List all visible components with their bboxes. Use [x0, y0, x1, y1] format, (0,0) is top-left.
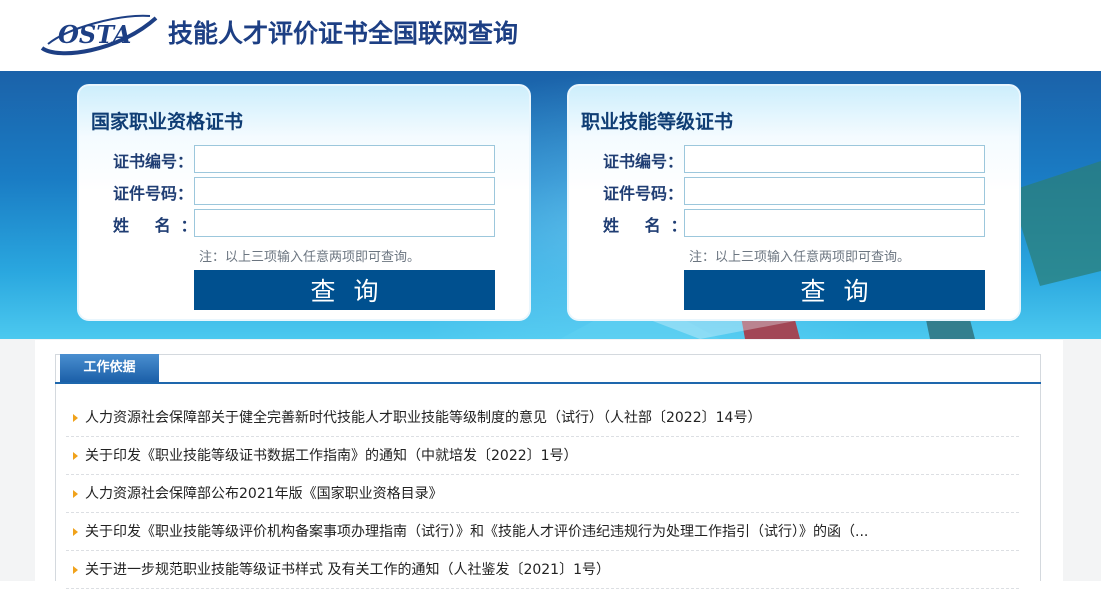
bullet-icon — [73, 490, 78, 498]
list-item[interactable]: 关于印发《职业技能等级证书数据工作指南》的通知（中就培发〔2022〕1号） — [66, 437, 1019, 475]
bullet-icon — [73, 414, 78, 422]
list-item-text: 关于进一步规范职业技能等级证书样式 及有关工作的通知（人社鉴发〔2021〕1号） — [85, 562, 610, 578]
news-list: 人力资源社会保障部关于健全完善新时代技能人才职业技能等级制度的意见（试行）（人社… — [66, 399, 1019, 589]
osta-logo: OSTA — [40, 14, 158, 56]
card-title: 职业技能等级证书 — [581, 111, 734, 133]
id-number-input[interactable] — [684, 177, 985, 205]
query-note: 注：以上三项输入任意两项即可查询。 — [689, 250, 911, 265]
tab-work-basis[interactable]: 工作依据 — [60, 354, 159, 382]
name-label: 姓 名： — [603, 216, 697, 235]
work-basis-panel: 工作依据 人力资源社会保障部关于健全完善新时代技能人才职业技能等级制度的意见（试… — [35, 340, 1063, 589]
certificate-number-label: 证书编号： — [113, 152, 194, 171]
list-item[interactable]: 人力资源社会保障部关于健全完善新时代技能人才职业技能等级制度的意见（试行）（人社… — [66, 399, 1019, 437]
list-item-text: 关于印发《职业技能等级评价机构备案事项办理指南（试行）》和《技能人才评价违纪违规… — [85, 524, 869, 540]
logo-text: OSTA — [58, 20, 131, 49]
id-number-label: 证件号码： — [113, 184, 194, 203]
name-input[interactable] — [194, 209, 495, 237]
name-label: 姓 名： — [113, 216, 207, 235]
panel-tab-bar: 工作依据 — [55, 354, 1041, 384]
list-item[interactable]: 关于印发《职业技能等级评价机构备案事项办理指南（试行）》和《技能人才评价违纪违规… — [66, 513, 1019, 551]
list-item[interactable]: 关于进一步规范职业技能等级证书样式 及有关工作的通知（人社鉴发〔2021〕1号） — [66, 551, 1019, 589]
certificate-number-label: 证书编号： — [603, 152, 684, 171]
site-header: OSTA 技能人才评价证书全国联网查询 — [0, 0, 1101, 71]
bullet-icon — [73, 452, 78, 460]
query-button[interactable]: 查询 — [194, 270, 495, 310]
skill-level-certificate-card: 职业技能等级证书 证书编号： 证件号码： 姓 名： 注：以上三项输入任意两项即可… — [567, 84, 1021, 321]
query-note: 注：以上三项输入任意两项即可查询。 — [199, 250, 421, 265]
list-item[interactable]: 人力资源社会保障部公布2021年版《国家职业资格目录》 — [66, 475, 1019, 513]
certificate-number-input[interactable] — [194, 145, 495, 173]
qualification-certificate-card: 国家职业资格证书 证书编号： 证件号码： 姓 名： 注：以上三项输入任意两项即可… — [77, 84, 531, 321]
name-input[interactable] — [684, 209, 985, 237]
bullet-icon — [73, 528, 78, 536]
list-item-text: 关于印发《职业技能等级证书数据工作指南》的通知（中就培发〔2022〕1号） — [85, 448, 578, 464]
site-title: 技能人才评价证书全国联网查询 — [168, 19, 519, 48]
id-number-input[interactable] — [194, 177, 495, 205]
list-item-text: 人力资源社会保障部关于健全完善新时代技能人才职业技能等级制度的意见（试行）（人社… — [85, 410, 762, 426]
id-number-label: 证件号码： — [603, 184, 684, 203]
list-item-text: 人力资源社会保障部公布2021年版《国家职业资格目录》 — [85, 486, 443, 502]
card-title: 国家职业资格证书 — [91, 111, 244, 133]
query-button[interactable]: 查询 — [684, 270, 985, 310]
certificate-number-input[interactable] — [684, 145, 985, 173]
bullet-icon — [73, 566, 78, 574]
